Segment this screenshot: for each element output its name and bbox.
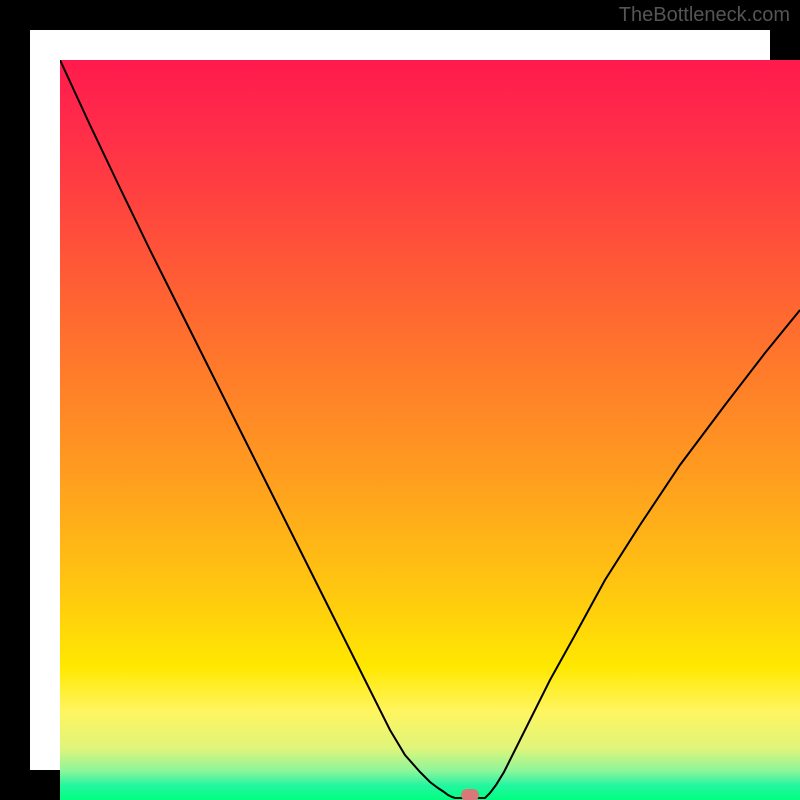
chart-frame: [0, 0, 800, 800]
bottleneck-curve: [60, 60, 800, 798]
minimum-marker: [461, 789, 479, 800]
plot-area: [60, 60, 800, 800]
bottleneck-chart-page: TheBottleneck.com: [0, 0, 800, 800]
watermark-text: TheBottleneck.com: [619, 4, 790, 27]
curve-layer: [60, 60, 800, 800]
